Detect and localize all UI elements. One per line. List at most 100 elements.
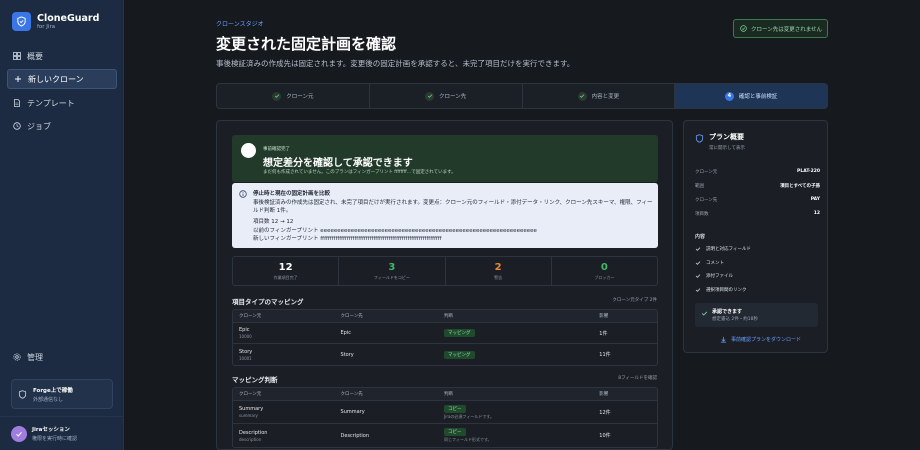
stat-blockers: 0 ブロッカー bbox=[552, 257, 657, 285]
stat-label: 作業項目完了 bbox=[273, 274, 298, 280]
summary-item-count: 項目数 12 bbox=[695, 211, 820, 217]
content-item: 説明と対応フィールド bbox=[695, 246, 751, 252]
session-subtitle: 権限を実行時に確認 bbox=[32, 436, 78, 442]
step-source[interactable]: クローン元 bbox=[217, 84, 370, 108]
brand[interactable]: CloneGuard for Jira bbox=[12, 12, 99, 31]
col-impact: 影響 bbox=[599, 314, 609, 319]
table-row[interactable]: Description description Description コピー 同じ… bbox=[233, 424, 657, 447]
decision-badge: マッピング bbox=[444, 350, 475, 359]
step-content[interactable]: 内容と変更 bbox=[523, 84, 676, 108]
stat-fields-copied: 3 フィールドをコピー bbox=[339, 257, 446, 285]
content-title: 内容 bbox=[695, 234, 706, 240]
brand-title: CloneGuard bbox=[37, 13, 100, 24]
field-mapping-title: マッピング判断 bbox=[232, 376, 278, 384]
nav-item-admin[interactable]: 管理 bbox=[7, 347, 117, 367]
stat-warnings: 2 警告 bbox=[446, 257, 552, 285]
summary-subtitle: 常に開示して表示 bbox=[709, 146, 745, 151]
impact: 12件 bbox=[599, 409, 611, 416]
decision-badge: コピー bbox=[444, 428, 466, 436]
summary-scope: 範囲 項目とすべての子孫 bbox=[695, 184, 820, 189]
col-source: クローン元 bbox=[239, 314, 262, 319]
step-target[interactable]: クローン先 bbox=[370, 84, 523, 108]
decision-badge: コピー bbox=[444, 404, 466, 413]
page-eyebrow: クローンスタジオ bbox=[216, 21, 264, 28]
jira-session[interactable]: Jiraセッション 権限を実行時に確認 bbox=[0, 416, 124, 450]
source-type: Story bbox=[239, 348, 253, 355]
badge-label: クローン先は変更されません bbox=[751, 26, 823, 33]
table-row[interactable]: Epic 10000 Epic マッピング 1件 bbox=[233, 323, 657, 344]
ready-panel: 承認できます 想定書込 2件・約18秒 bbox=[695, 303, 818, 327]
nav-item-overview[interactable]: 概要 bbox=[7, 46, 117, 66]
ready-title: 承認できます bbox=[712, 309, 743, 315]
table-row[interactable]: Summary summary Summary コピー Jiraの必須フィールドです… bbox=[233, 401, 657, 424]
banner-eyebrow: 事前確認完了 bbox=[263, 147, 290, 152]
stat-value: 2 bbox=[494, 261, 502, 273]
check-icon bbox=[695, 247, 701, 251]
download-icon bbox=[720, 336, 727, 343]
col-decision: 判断 bbox=[444, 314, 454, 319]
nav-label: ジョブ bbox=[27, 121, 51, 131]
nav-item-jobs[interactable]: ジョブ bbox=[7, 116, 117, 136]
stat-value: 0 bbox=[600, 261, 608, 273]
download-plan-link[interactable]: 事前確認プランをダウンロード bbox=[720, 336, 801, 343]
forge-subtitle: 外部通信なし bbox=[33, 396, 64, 403]
summary-title: プラン概要 bbox=[709, 133, 744, 141]
grid-icon bbox=[13, 52, 21, 60]
target-field: Summary bbox=[340, 409, 365, 415]
target-unchanged-badge: クローン先は変更されません bbox=[733, 19, 828, 38]
nav-label: 新しいクローン bbox=[28, 74, 84, 84]
page-title: 変更された固定計画を確認 bbox=[216, 35, 397, 53]
stat-label: 警告 bbox=[494, 274, 503, 280]
new-fingerprint: 新しいフィンガープリント fffffffffffffffffffffffffff… bbox=[253, 236, 442, 242]
type-mapping-title: 項目タイプのマッピング bbox=[232, 298, 304, 306]
stats-row: 12 作業項目完了 3 フィールドをコピー 2 警告 0 ブロッカー bbox=[232, 256, 658, 286]
step-review[interactable]: 4 確認と事前検証 bbox=[675, 84, 827, 108]
summary-target: クローン先 PAY bbox=[695, 197, 820, 203]
notice-title: 停止時と現在の固定計画を比較 bbox=[253, 191, 331, 197]
impact: 11件 bbox=[599, 352, 611, 358]
document-icon bbox=[14, 99, 20, 107]
check-icon bbox=[701, 311, 708, 316]
check-icon bbox=[577, 91, 587, 101]
check-icon bbox=[695, 261, 701, 265]
step-label: 内容と変更 bbox=[591, 94, 620, 100]
sidebar: CloneGuard for Jira 概要 新しいクローン テンプレート ジョ… bbox=[0, 0, 124, 450]
decision-badge: マッピング bbox=[444, 329, 475, 337]
col-target: クローン先 bbox=[340, 392, 363, 397]
decision-note: Jiraの必須フィールドです。 bbox=[444, 413, 494, 419]
nav-item-templates[interactable]: テンプレート bbox=[7, 93, 117, 113]
summary-source: クローン元 PLAT-220 bbox=[695, 169, 820, 175]
shield-logo-icon bbox=[12, 12, 31, 31]
nav-label: 概要 bbox=[27, 51, 43, 61]
source-id: summary bbox=[239, 413, 258, 418]
banner-subtitle: まだ何も作成されていません。このプランはフィンガープリント ffffffff…で… bbox=[263, 170, 456, 175]
type-mapping-note: クローン元タイプ 2件 bbox=[612, 298, 657, 303]
stepper: クローン元 クローン先 内容と変更 4 確認と事前検証 bbox=[216, 83, 828, 109]
step-label: 確認と事前検証 bbox=[738, 94, 778, 100]
nav-label: テンプレート bbox=[27, 98, 75, 108]
table-header: クローン元 クローン先 判断 影響 bbox=[233, 388, 657, 401]
source-type: Epic bbox=[239, 327, 250, 333]
step-label: クローン元 bbox=[286, 94, 314, 100]
stat-label: フィールドをコピー bbox=[373, 274, 410, 280]
status-circle-icon bbox=[241, 143, 256, 158]
check-circle-icon bbox=[740, 25, 747, 32]
shield-icon bbox=[695, 134, 704, 143]
col-target: クローン先 bbox=[340, 314, 363, 319]
check-icon bbox=[695, 274, 701, 278]
check-avatar-icon bbox=[11, 425, 27, 442]
source-id: description bbox=[239, 436, 262, 442]
target-type: Story bbox=[340, 351, 354, 358]
forge-title: Forge上で稼働 bbox=[33, 387, 73, 394]
impact: 1件 bbox=[599, 330, 608, 337]
content-item: コメント bbox=[695, 260, 724, 266]
content-item: 添付ファイル bbox=[695, 273, 733, 279]
plus-icon bbox=[15, 76, 21, 82]
stat-label: ブロッカー bbox=[594, 274, 615, 280]
nav-item-new-clone[interactable]: 新しいクローン bbox=[7, 69, 117, 89]
plan-compare-notice: 停止時と現在の固定計画を比較 事後検証済みの作成先は固定され、未完了項目だけが実… bbox=[232, 183, 658, 248]
step-label: クローン先 bbox=[439, 94, 467, 100]
content-item: 選択項目間のリンク bbox=[695, 287, 747, 293]
info-icon bbox=[239, 190, 247, 198]
table-row[interactable]: Story 10001 Story マッピング 11件 bbox=[233, 344, 657, 365]
